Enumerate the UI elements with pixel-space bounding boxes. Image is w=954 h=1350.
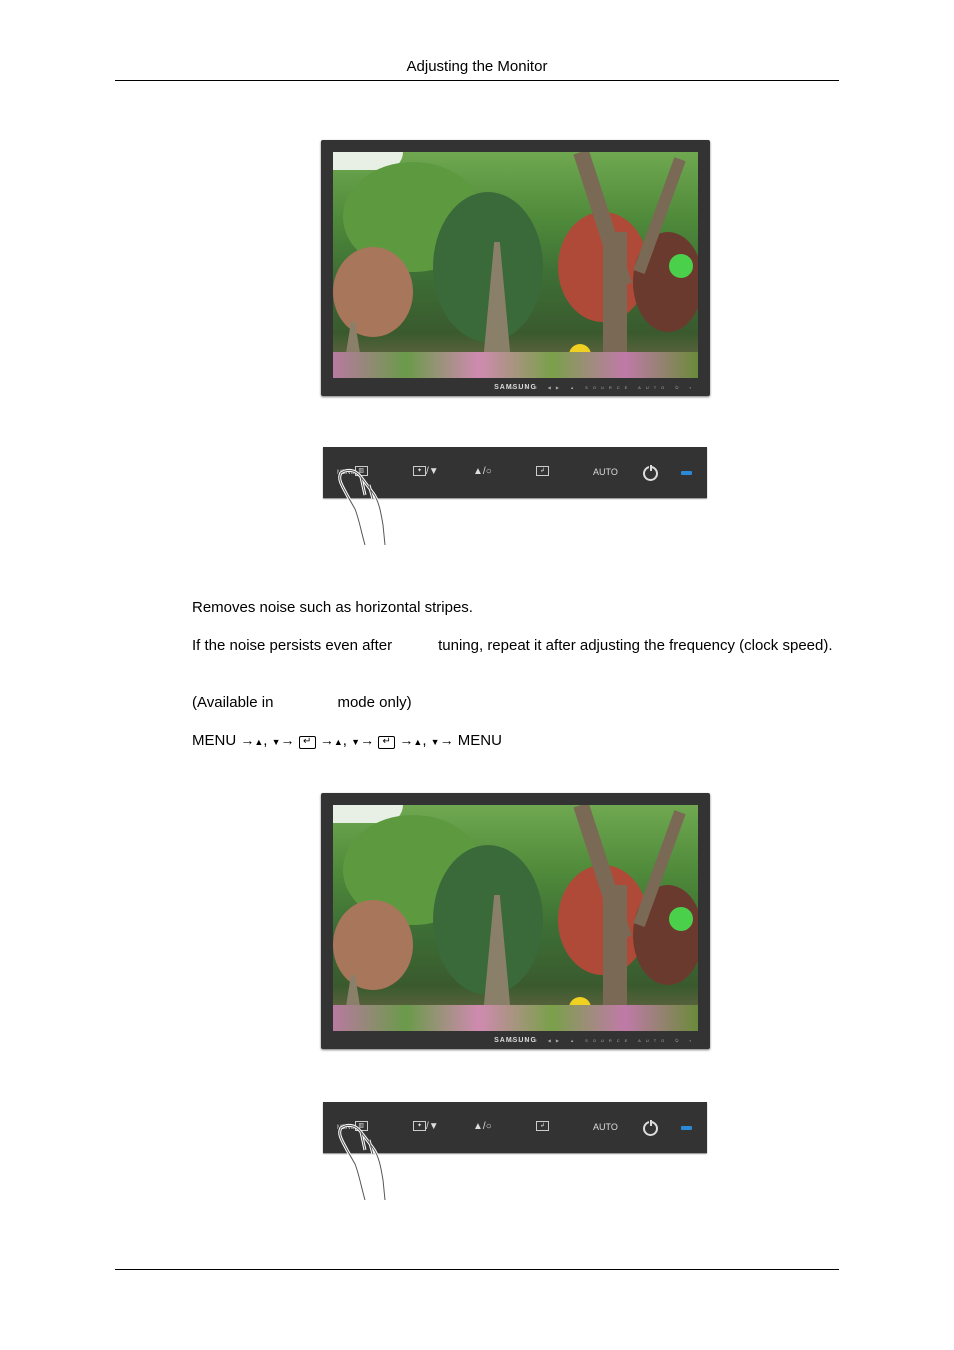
auto-button[interactable]: AUTO <box>593 465 618 479</box>
availability-part2: mode only) <box>337 694 412 711</box>
separator: , <box>422 732 427 749</box>
page-header-title: Adjusting the Monitor <box>406 58 548 75</box>
down-label: /▼ <box>426 1121 439 1132</box>
power-icon[interactable] <box>643 1119 658 1136</box>
enter-icon: ↲ <box>536 466 549 477</box>
power-led-indicator <box>681 1126 692 1130</box>
up-triangle-icon: ▲ <box>254 737 264 747</box>
brightness-down-button[interactable]: ✦/▼ <box>413 465 439 479</box>
arrow-right-icon: → <box>319 732 334 748</box>
circle-icon: ○ <box>485 466 492 477</box>
enter-source-button[interactable]: ↲ <box>536 1120 549 1134</box>
up-button[interactable]: ▲/○ <box>473 1120 492 1134</box>
monitor-screen-photo <box>333 805 698 1031</box>
description-text: Removes noise such as horizontal stripes… <box>192 599 473 616</box>
separator: , <box>263 732 268 749</box>
power-icon[interactable] <box>643 464 658 481</box>
arrow-right-icon: → <box>439 732 454 748</box>
down-triangle-icon: ▼ <box>271 737 281 747</box>
availability-part1: (Available in <box>192 694 274 711</box>
up-triangle-icon: ▲ <box>413 737 423 747</box>
arrow-right-icon: → <box>240 732 255 748</box>
arrow-right-icon: → <box>399 732 414 748</box>
up-button[interactable]: ▲/○ <box>473 465 492 479</box>
hand-pointer-icon <box>338 1123 387 1201</box>
nav-menu-start: MENU <box>192 732 237 749</box>
monitor-image: SAMSUNG MENU ◀▶ ▲ SOURCE AUTO ⏻ ▪ <box>321 140 710 396</box>
nav-menu-end: MENU <box>457 732 502 749</box>
availability-text: (Available in mode only) <box>192 693 838 712</box>
monitor-screen-photo <box>333 152 698 378</box>
brightness-down-button[interactable]: ✦/▼ <box>413 1120 439 1134</box>
power-led-indicator <box>681 471 692 475</box>
note-text: If the noise persists even after tuning, … <box>192 636 838 655</box>
note-text-part2: tuning, repeat it after adjusting the fr… <box>438 637 833 654</box>
enter-key-icon: ↵ <box>378 736 396 749</box>
enter-icon: ↲ <box>536 1121 549 1132</box>
navigation-path: MENU →▲, ▼→ ↵ →▲, ▼→ ↵ →▲, ▼→ MENU <box>192 731 838 752</box>
up-triangle-icon: ▲ <box>333 737 343 747</box>
footer-rule <box>115 1269 839 1270</box>
arrow-right-icon: → <box>360 732 375 748</box>
monitor-front-buttons: MENU ◀▶ ▲ SOURCE AUTO ⏻ ▪ <box>509 385 696 390</box>
circle-icon: ○ <box>485 1121 492 1132</box>
header-rule <box>115 80 839 81</box>
down-triangle-icon: ▼ <box>351 737 361 747</box>
down-triangle-icon: ▼ <box>430 737 440 747</box>
enter-source-button[interactable]: ↲ <box>536 465 549 479</box>
hand-pointer-icon <box>338 468 387 546</box>
separator: , <box>342 732 347 749</box>
note-text-part1: If the noise persists even after <box>192 637 393 654</box>
brightness-icon: ✦ <box>413 466 426 477</box>
brightness-icon: ✦ <box>413 1121 426 1132</box>
up-label: ▲/ <box>473 466 486 477</box>
enter-key-icon: ↵ <box>298 736 316 749</box>
monitor-image: SAMSUNG MENU ◀▶ ▲ SOURCE AUTO ⏻ ▪ <box>321 793 710 1049</box>
up-label: ▲/ <box>473 1121 486 1132</box>
auto-button[interactable]: AUTO <box>593 1120 618 1134</box>
down-label: /▼ <box>426 466 439 477</box>
arrow-right-icon: → <box>280 732 295 748</box>
monitor-front-buttons: MENU ◀▶ ▲ SOURCE AUTO ⏻ ▪ <box>509 1038 696 1043</box>
